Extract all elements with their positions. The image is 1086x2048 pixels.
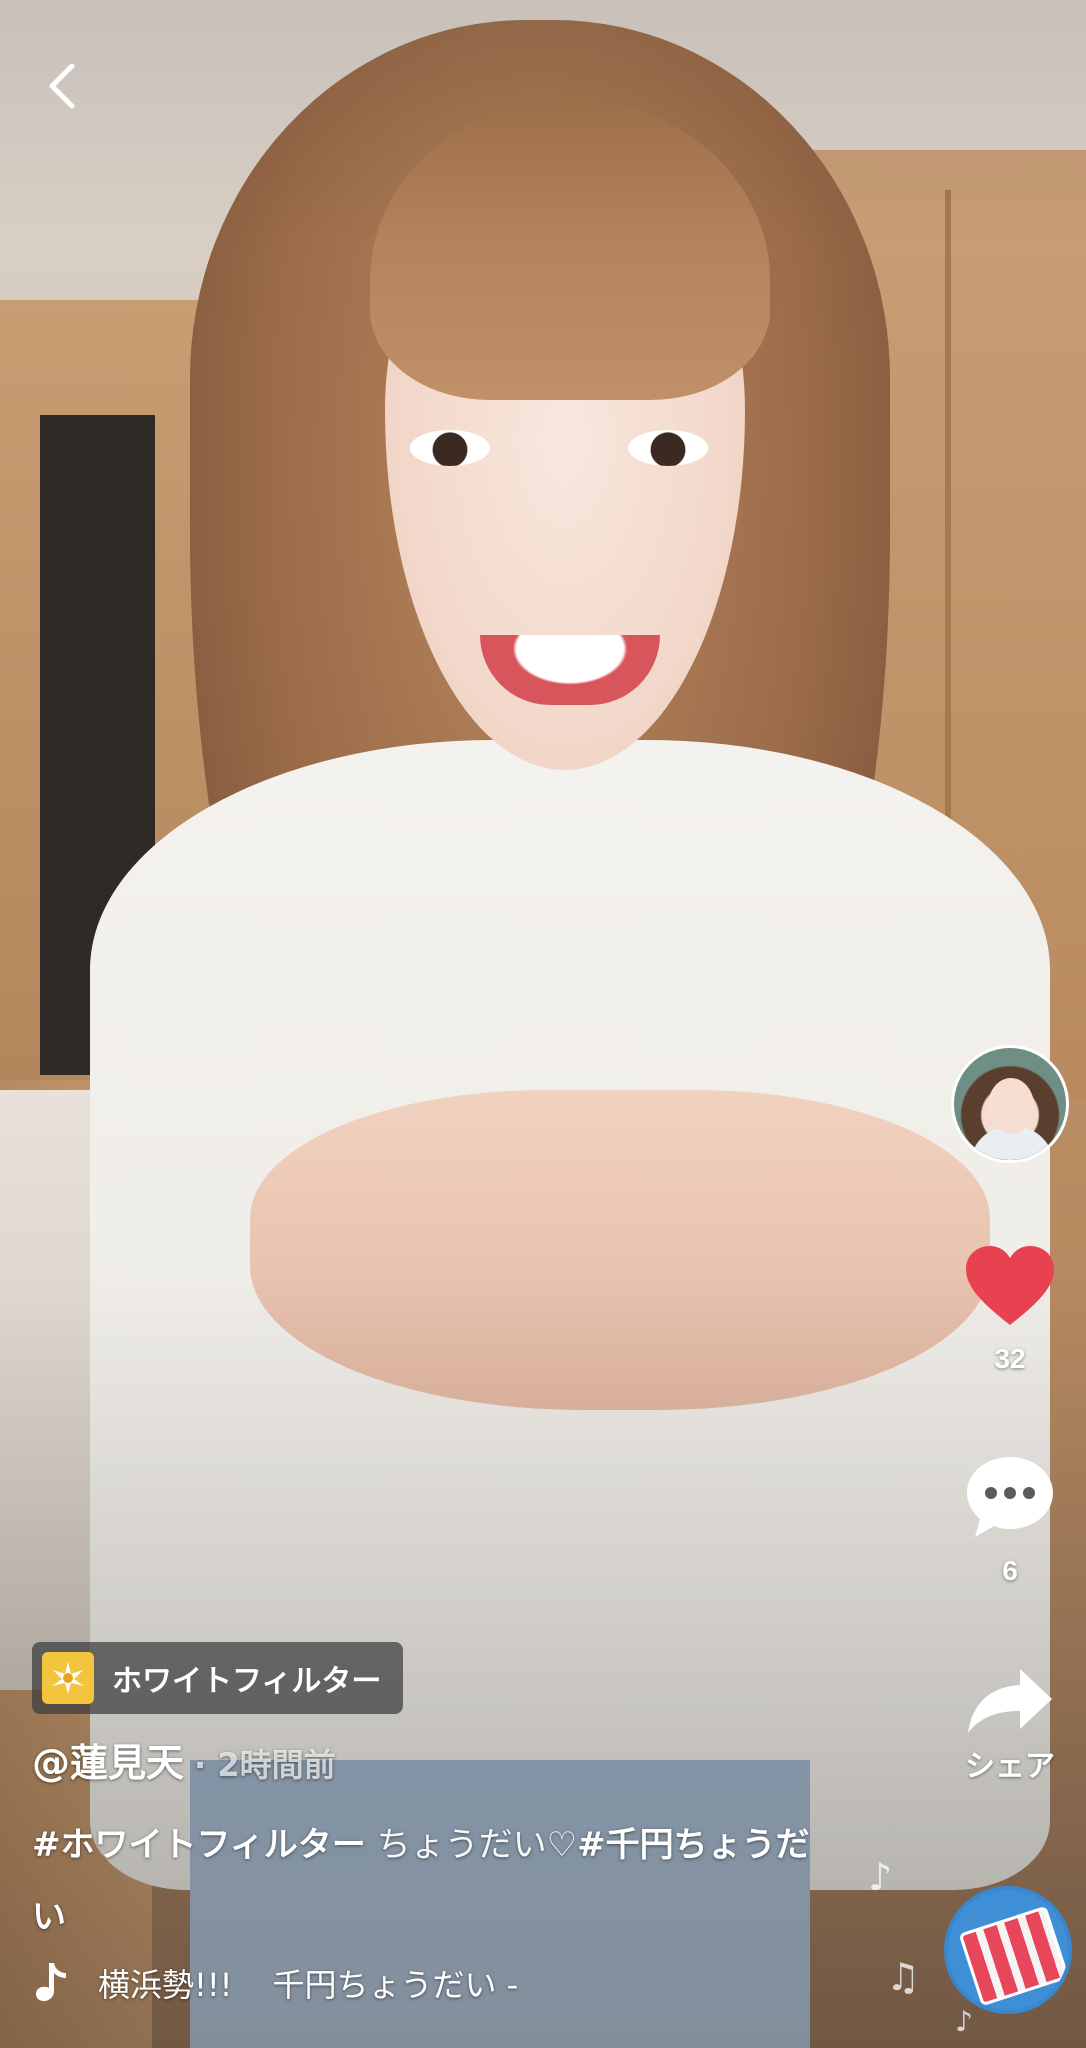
action-rail: 32 6 シェア: [946, 1045, 1074, 1785]
avatar-face: [988, 1078, 1034, 1134]
effect-sparkle-icon: [42, 1652, 94, 1704]
share-button[interactable]: シェア: [964, 1665, 1056, 1785]
video-screen[interactable]: 32 6 シェア ♪ ♫ ♪ ホワイトフィルター @蓮見天 · 2時間前 #ホワ…: [0, 0, 1086, 2048]
share-arrow-icon: [968, 1669, 1052, 1733]
author-line: @蓮見天 · 2時間前: [32, 1732, 862, 1787]
comment-count: 6: [1002, 1555, 1018, 1586]
music-note-icon: ♪: [868, 1855, 893, 1899]
back-button[interactable]: [34, 54, 90, 118]
description-text: ちょうだい♡: [365, 1825, 578, 1865]
share-label: シェア: [965, 1749, 1055, 1784]
effect-tag[interactable]: ホワイトフィルター: [32, 1642, 404, 1714]
author-name[interactable]: @蓮見天: [32, 1732, 184, 1787]
music-note-icon: ♫: [886, 1955, 921, 1999]
like-button[interactable]: 32: [962, 1243, 1058, 1375]
comment-button[interactable]: 6: [963, 1453, 1057, 1587]
post-caption: @蓮見天 · 2時間前 #ホワイトフィルター ちょうだい♡#千円ちょうだい: [32, 1732, 862, 1953]
sound-title-part-a: 横浜勢!!!: [98, 1966, 233, 2004]
sound-title-part-b: 千円ちょうだい -: [272, 1966, 519, 2004]
music-note-icon: [36, 1963, 66, 2001]
creator-avatar[interactable]: [951, 1045, 1069, 1163]
chevron-left-icon: [49, 63, 75, 109]
music-note-icon: ♪: [955, 2005, 973, 2038]
comment-bubble-icon: [967, 1457, 1053, 1537]
sound-disc[interactable]: [944, 1886, 1072, 2014]
hashtag-link[interactable]: #ホワイトフィルター: [32, 1825, 366, 1865]
sound-cover-art: [958, 1905, 1068, 2007]
sound-info[interactable]: 横浜勢!!! 千円ちょうだい -: [32, 1960, 518, 2006]
post-description: #ホワイトフィルター ちょうだい♡#千円ちょうだい: [32, 1809, 842, 1953]
effect-label: ホワイトフィルター: [112, 1664, 382, 1699]
heart-icon: [966, 1246, 1054, 1325]
post-time: · 2時間前: [194, 1746, 336, 1784]
like-count: 32: [994, 1343, 1026, 1374]
